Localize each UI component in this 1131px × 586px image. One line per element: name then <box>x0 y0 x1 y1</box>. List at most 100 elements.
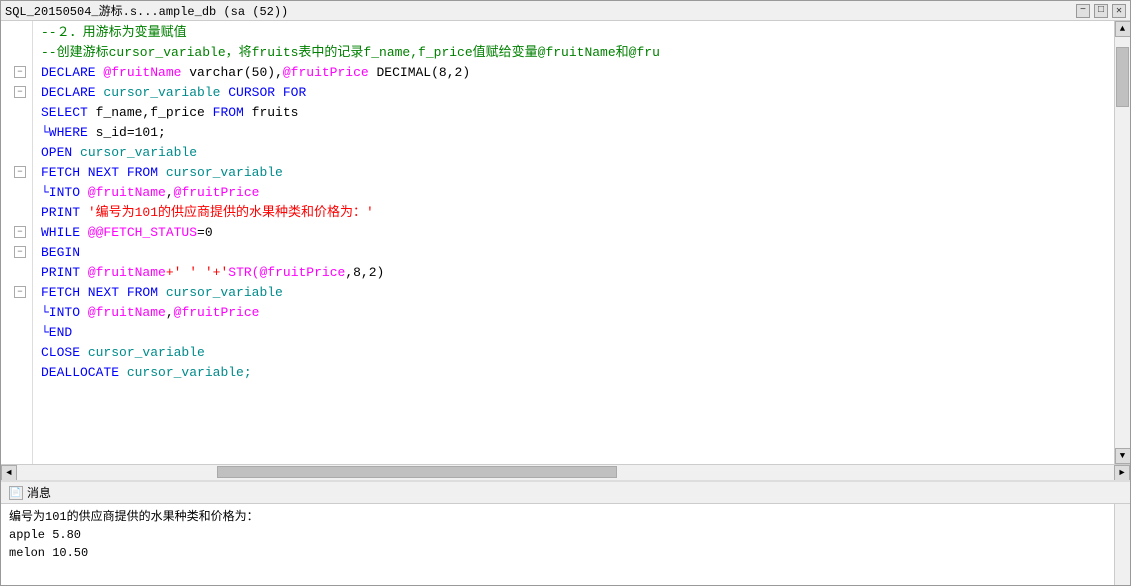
code-line: DECLARE @fruitName varchar(50),@fruitPri… <box>41 63 1114 83</box>
code-token: FROM <box>213 105 252 120</box>
title-bar-text: SQL_20150504_游标.s...ample_db (sa (52)) <box>5 2 288 19</box>
code-token: varchar(50), <box>189 65 283 80</box>
messages-panel: 📄 消息 编号为101的供应商提供的水果种类和价格为：apple 5.80mel… <box>1 480 1130 585</box>
messages-tab-label: 消息 <box>27 484 51 501</box>
code-token: cursor_variable <box>166 285 283 300</box>
code-token: CLOSE <box>41 345 88 360</box>
vertical-scrollbar[interactable]: ▲ ▼ <box>1114 21 1130 464</box>
code-line: FETCH NEXT FROM cursor_variable <box>41 163 1114 183</box>
code-line: BEGIN <box>41 243 1114 263</box>
editor-area: − − − − − − --２．用游标为变量赋值 --创建游标cursor_variable… <box>1 21 1130 464</box>
code-token: =0 <box>197 225 213 240</box>
messages-header: 📄 消息 <box>1 482 1130 504</box>
title-bar-buttons: − □ ✕ <box>1076 4 1126 18</box>
main-window: SQL_20150504_游标.s...ample_db (sa (52)) −… <box>0 0 1131 586</box>
hscroll-track[interactable] <box>17 465 1114 480</box>
code-token: @fruitPrice <box>283 65 377 80</box>
code-token: --创建游标cursor_variable，将fruits表中的记录f_name… <box>41 45 660 60</box>
maximize-button[interactable]: □ <box>1094 4 1108 18</box>
code-token: , <box>166 305 174 320</box>
message-line: 编号为101的供应商提供的水果种类和价格为： <box>9 508 1106 526</box>
code-token: @@FETCH_STATUS <box>88 225 197 240</box>
messages-content: 编号为101的供应商提供的水果种类和价格为：apple 5.80melon 10… <box>1 504 1114 585</box>
code-token: @fruitPrice <box>174 305 260 320</box>
horizontal-scrollbar[interactable]: ◄ ► <box>1 464 1130 480</box>
scroll-up-button[interactable]: ▲ <box>1115 21 1131 37</box>
code-token: --２．用游标为变量赋值 <box>41 25 187 40</box>
code-token: '编号为101的供应商提供的水果种类和价格为：' <box>88 205 374 220</box>
line-numbers: − − − − − − <box>1 21 33 464</box>
code-token: DECLARE <box>41 85 103 100</box>
code-token: , <box>166 185 174 200</box>
code-line: └END <box>41 323 1114 343</box>
code-token: SELECT <box>41 105 96 120</box>
scroll-thumb[interactable] <box>1116 47 1129 107</box>
messages-body: 编号为101的供应商提供的水果种类和价格为：apple 5.80melon 10… <box>1 504 1130 585</box>
code-token: cursor_variable <box>103 85 228 100</box>
code-token: DECLARE <box>41 65 103 80</box>
code-line: --创建游标cursor_variable，将fruits表中的记录f_name… <box>41 43 1114 63</box>
code-token: PRINT <box>41 205 88 220</box>
code-token: =101; <box>127 125 166 140</box>
minimize-button[interactable]: − <box>1076 4 1090 18</box>
code-line: --２．用游标为变量赋值 <box>41 23 1114 43</box>
code-token: WHILE <box>41 225 88 240</box>
code-line: └INTO @fruitName,@fruitPrice <box>41 303 1114 323</box>
code-token: cursor_variable <box>80 145 197 160</box>
messages-icon: 📄 <box>9 486 23 500</box>
code-line: └WHERE s_id=101; <box>41 123 1114 143</box>
code-token: @fruitName <box>88 265 166 280</box>
code-token: fruits <box>252 105 299 120</box>
code-line: OPEN cursor_variable <box>41 143 1114 163</box>
code-token: ,8,2) <box>345 265 384 280</box>
code-token: @fruitPrice <box>174 185 260 200</box>
code-line: FETCH NEXT FROM cursor_variable <box>41 283 1114 303</box>
code-token: cursor_variable <box>166 165 283 180</box>
code-line: └INTO @fruitName,@fruitPrice <box>41 183 1114 203</box>
code-token: cursor_variable; <box>127 365 252 380</box>
code-token: '+' <box>197 265 228 280</box>
fold-indicator[interactable]: − <box>14 246 26 258</box>
code-token: OPEN <box>41 145 80 160</box>
code-token: @fruitName <box>103 65 189 80</box>
code-token: └INTO <box>41 185 88 200</box>
fold-indicator[interactable]: − <box>14 66 26 78</box>
messages-scrollbar[interactable] <box>1114 504 1130 585</box>
code-token: +' ' <box>166 265 197 280</box>
message-line: apple 5.80 <box>9 526 1106 544</box>
scroll-track[interactable] <box>1115 37 1130 448</box>
code-line: SELECT f_name,f_price FROM fruits <box>41 103 1114 123</box>
close-button[interactable]: ✕ <box>1112 4 1126 18</box>
code-line: DEALLOCATE cursor_variable; <box>41 363 1114 383</box>
code-token: s_id <box>96 125 127 140</box>
hscroll-thumb[interactable] <box>217 466 617 478</box>
code-line: CLOSE cursor_variable <box>41 343 1114 363</box>
code-token: STR( <box>228 265 259 280</box>
code-token: FETCH NEXT FROM <box>41 285 166 300</box>
scroll-down-button[interactable]: ▼ <box>1115 448 1131 464</box>
code-token: DEALLOCATE <box>41 365 127 380</box>
code-token: cursor_variable <box>88 345 205 360</box>
code-line: DECLARE cursor_variable CURSOR FOR <box>41 83 1114 103</box>
fold-indicator[interactable]: − <box>14 286 26 298</box>
fold-indicator[interactable]: − <box>14 166 26 178</box>
code-line: WHILE @@FETCH_STATUS=0 <box>41 223 1114 243</box>
code-token: FETCH NEXT FROM <box>41 165 166 180</box>
fold-indicator[interactable]: − <box>14 226 26 238</box>
code-token: @fruitName <box>88 305 166 320</box>
message-line: melon 10.50 <box>9 544 1106 562</box>
title-bar: SQL_20150504_游标.s...ample_db (sa (52)) −… <box>1 1 1130 21</box>
code-token: @fruitName <box>88 185 166 200</box>
code-content[interactable]: --２．用游标为变量赋值 --创建游标cursor_variable，将fruit… <box>33 21 1114 464</box>
code-token: └WHERE <box>41 125 96 140</box>
fold-indicator[interactable]: − <box>14 86 26 98</box>
code-token: DECIMAL(8,2) <box>377 65 471 80</box>
code-token: BEGIN <box>41 245 80 260</box>
scroll-left-button[interactable]: ◄ <box>1 465 17 481</box>
code-token: CURSOR FOR <box>228 85 306 100</box>
code-token: PRINT <box>41 265 88 280</box>
scroll-right-button[interactable]: ► <box>1114 465 1130 481</box>
code-token: └END <box>41 325 72 340</box>
code-token: @fruitPrice <box>259 265 345 280</box>
code-token: f_name,f_price <box>96 105 213 120</box>
